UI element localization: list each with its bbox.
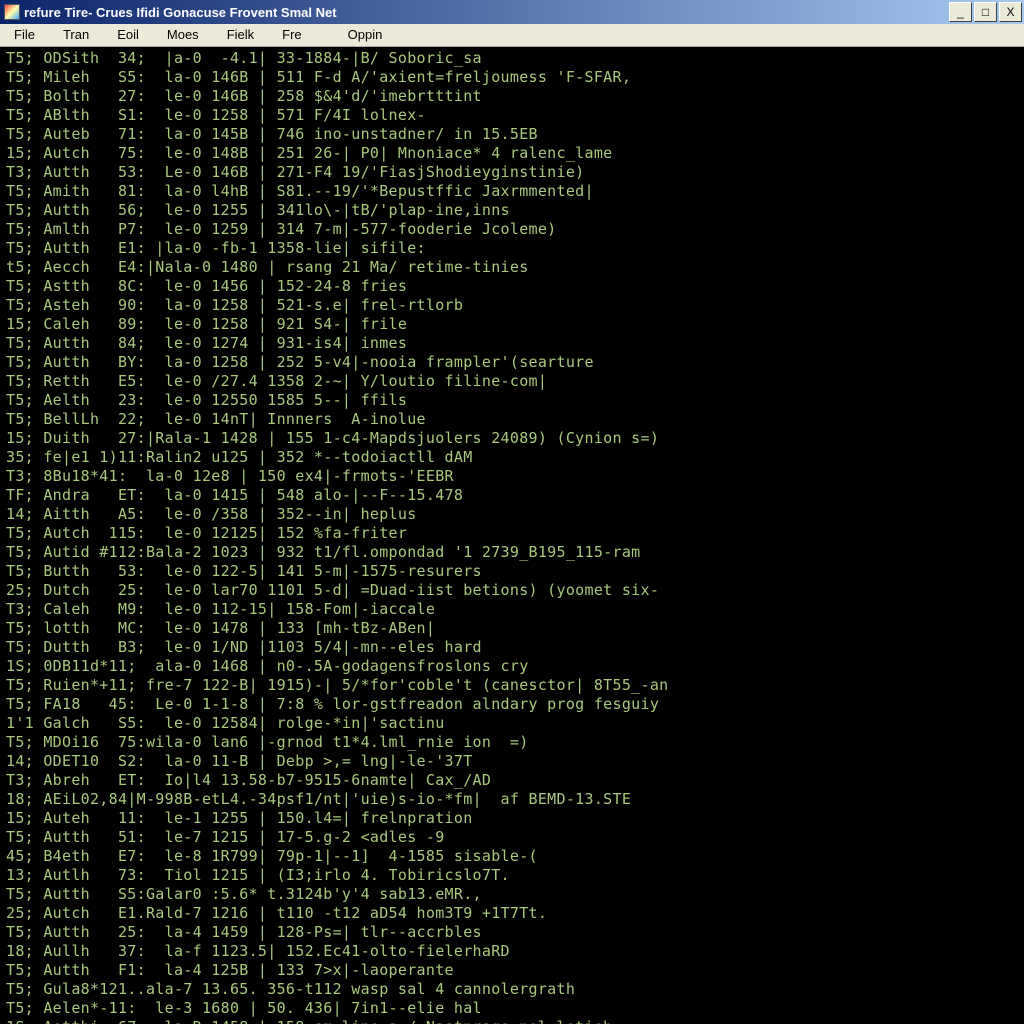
terminal-line: 1'1 Galch S5: le-0 12584| rolge-*in|'sac… [6, 714, 1018, 733]
terminal-line: T3; 8Bu18*41: la-0 12e8 | 150 ex4|-frmot… [6, 467, 1018, 486]
window-title: refure Tire- Crues Ifidi Gonacuse Froven… [24, 5, 949, 20]
terminal-line: 25; Dutch 25: le-0 lar70 1101 5-d| =Duad… [6, 581, 1018, 600]
maximize-button[interactable]: □ [974, 2, 997, 22]
terminal-line: T5; BellLh 22; le-0 14nT| Innners A-inol… [6, 410, 1018, 429]
terminal-line: TF; Andra ET: la-0 1415 | 548 alo-|--F--… [6, 486, 1018, 505]
terminal-line: 45; B4eth E7: le-8 1R799| 79p-1|--1] 4-1… [6, 847, 1018, 866]
terminal-line: 14; Aitth A5: le-0 /358 | 352--in| heplu… [6, 505, 1018, 524]
terminal-line: T5; ODSith 34; |a-0 -4.1| 33-1884-|B/ So… [6, 49, 1018, 68]
terminal-line: 14; ODET10 S2: la-0 11-B | Debp >,= lng|… [6, 752, 1018, 771]
terminal-line: T3; Autth 53: Le-0 146B | 271-F4 19/'Fia… [6, 163, 1018, 182]
terminal-line: 15; Auteh 11: le-1 1255 | 150.l4=| freln… [6, 809, 1018, 828]
terminal-line: 1S; 0DB11d*11; ala-0 1468 | n0-.5A-godag… [6, 657, 1018, 676]
menu-eoil[interactable]: Eoil [103, 24, 153, 46]
menubar: File Tran Eoil Moes Fielk Fre Oppin [0, 24, 1024, 47]
terminal-line: 35; fe|e1 1)11:Ralin2 u125 | 352 *--todo… [6, 448, 1018, 467]
terminal-line: T3; Abreh ET: Io|l4 13.58-b7-9515-6namte… [6, 771, 1018, 790]
close-button[interactable]: X [999, 2, 1022, 22]
terminal-line: T5; Bolth 27: le-0 146B | 258 $&4'd/'ime… [6, 87, 1018, 106]
terminal-line: T5; Autth S5:Galar0 :5.6* t.3124b'y'4 sa… [6, 885, 1018, 904]
terminal-line: t5; Aecch E4:|Nala-0 1480 | rsang 21 Ma/… [6, 258, 1018, 277]
terminal-line: 18; AEiL02,84|M-998B-etL4.-34psf1/nt|'ui… [6, 790, 1018, 809]
terminal-line: T5; Mileh S5: la-0 146B | 511 F-d A/'axi… [6, 68, 1018, 87]
terminal-line: T5; Aelth 23: le-0 12550 1585 5--| ffils [6, 391, 1018, 410]
terminal-line: 18; Aullh 37: la-f 1123.5| 152.Ec41-olto… [6, 942, 1018, 961]
terminal-line: T5; Amlth P7: le-0 1259 | 314 7-m|-577-f… [6, 220, 1018, 239]
terminal-line: T5; MDOi16 75:wila-0 lan6 |-grnod t1*4.l… [6, 733, 1018, 752]
terminal-line: T5; Autth BY: la-0 1258 | 252 5-v4|-nooi… [6, 353, 1018, 372]
terminal-line: 15; Duith 27:|Rala-1 1428 | 155 1-c4-Map… [6, 429, 1018, 448]
terminal-line: T5; Astth 8C: le-0 1456 | 152-24-8 fries [6, 277, 1018, 296]
window-controls: _ □ X [949, 2, 1022, 22]
terminal-line: T5; Retth E5: le-0 /27.4 1358 2-~| Y/lou… [6, 372, 1018, 391]
menu-fielk[interactable]: Fielk [213, 24, 268, 46]
terminal-line: T5; Ruien*+11; fre-7 122-B| 1915)-| 5/*f… [6, 676, 1018, 695]
terminal-output[interactable]: T5; ODSith 34; |a-0 -4.1| 33-1884-|B/ So… [0, 47, 1024, 1024]
app-icon [4, 4, 20, 20]
terminal-line: T5; Amith 81: la-0 l4hB | S81.--19/'*Bep… [6, 182, 1018, 201]
terminal-line: T5; Aelen*-11: le-3 1680 | 50. 436| 7in1… [6, 999, 1018, 1018]
terminal-line: T5; Autth 56; le-0 1255 | 341lo\-|tB/'pl… [6, 201, 1018, 220]
minimize-button[interactable]: _ [949, 2, 972, 22]
app-window: refure Tire- Crues Ifidi Gonacuse Froven… [0, 0, 1024, 1024]
terminal-line: T5; Autth F1: la-4 125B | 133 7>x|-laope… [6, 961, 1018, 980]
terminal-line: T5; Autth E1: |la-0 -fb-1 1358-lie| sifi… [6, 239, 1018, 258]
menu-oppin[interactable]: Oppin [334, 24, 397, 46]
terminal-line: T5; Asteh 90: la-0 1258 | 521-s.e| frel-… [6, 296, 1018, 315]
terminal-line: T5; Dutth B3; le-0 1/ND |1103 5/4|-mn--e… [6, 638, 1018, 657]
terminal-line: 15; Autch 75: le-0 148B | 251 26-| P0| M… [6, 144, 1018, 163]
menu-fre[interactable]: Fre [268, 24, 316, 46]
terminal-line: T5; Gula8*121..ala-7 13.65. 356-t112 was… [6, 980, 1018, 999]
terminal-line: 15; Caleh 89: le-0 1258 | 921 S4-| frile [6, 315, 1018, 334]
terminal-line: 1S; Aetthi 67; la-R 1458 | 158 sm.line a… [6, 1018, 1018, 1024]
terminal-line: T5; lotth MC: le-0 1478 | 133 [mh-tBz-AB… [6, 619, 1018, 638]
terminal-line: T5; FA18 45: Le-0 1-1-8 | 7:8 % lor-gstf… [6, 695, 1018, 714]
menu-tran[interactable]: Tran [49, 24, 103, 46]
terminal-line: 25; Autch E1.Rald-7 1216 | t110 -t12 aD5… [6, 904, 1018, 923]
menu-moes[interactable]: Moes [153, 24, 213, 46]
terminal-line: T5; Autth 25: la-4 1459 | 128-Ps=| tlr--… [6, 923, 1018, 942]
terminal-line: T5; ABlth S1: le-0 1258 | 571 F/4I lolne… [6, 106, 1018, 125]
terminal-line: T5; Autth 84; le-0 1274 | 931-is4| inmes [6, 334, 1018, 353]
terminal-line: T5; Autth 51: le-7 1215 | 17-5.g-2 <adle… [6, 828, 1018, 847]
terminal-line: T5; Auteb 71: la-0 145B | 746 ino-unstad… [6, 125, 1018, 144]
terminal-line: T5; Butth 53: le-0 122-5| 141 5-m|-1575-… [6, 562, 1018, 581]
terminal-line: T3; Caleh M9: le-0 112-15| 158-Fom|-iacc… [6, 600, 1018, 619]
terminal-line: T5; Autch 115: le-0 12125| 152 %fa-frite… [6, 524, 1018, 543]
menu-file[interactable]: File [0, 24, 49, 46]
terminal-line: 13; Autlh 73: Tiol 1215 | (I3;irlo 4. To… [6, 866, 1018, 885]
terminal-line: T5; Autid #112:Bala-2 1023 | 932 t1/fl.o… [6, 543, 1018, 562]
titlebar: refure Tire- Crues Ifidi Gonacuse Froven… [0, 0, 1024, 24]
